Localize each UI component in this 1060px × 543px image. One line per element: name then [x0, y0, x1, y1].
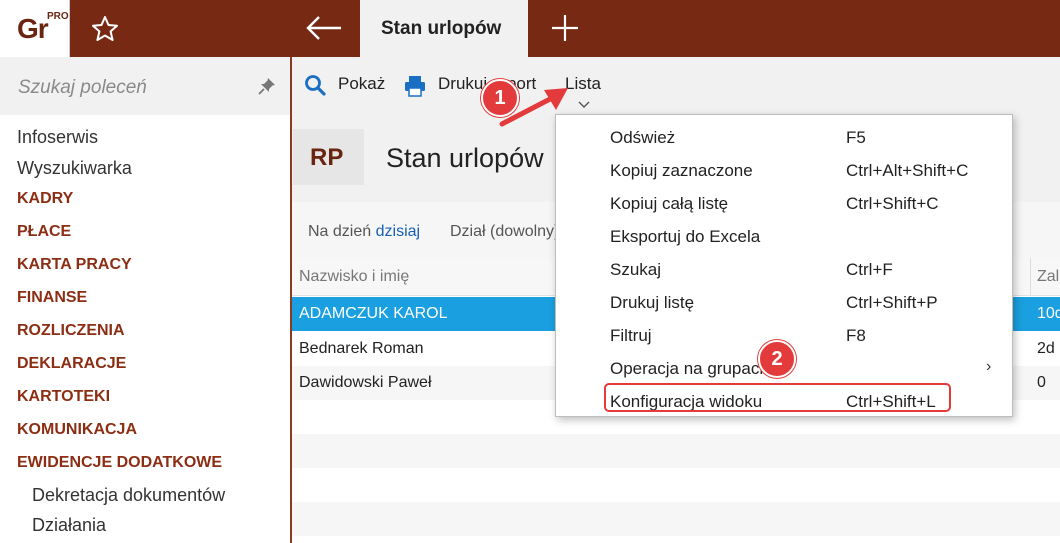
menu-item-shortcut: F5	[846, 128, 866, 147]
empty-row	[292, 502, 1060, 536]
logo-badge: PRO	[47, 11, 69, 22]
pin-icon[interactable]	[258, 77, 276, 95]
menu-item-copy-selected[interactable]: Kopiuj zaznaczone Ctrl+Alt+Shift+C	[556, 152, 1012, 185]
search-icon[interactable]	[304, 74, 326, 96]
menu-item-shortcut: Ctrl+Shift+P	[846, 293, 938, 312]
menu-item-label: Operacja na grupach	[610, 359, 769, 378]
sidebar-item-infoserwis[interactable]: Infoserwis	[17, 127, 98, 148]
report-badge-text: RP	[310, 144, 344, 171]
column-header-zal[interactable]: Zal	[1037, 268, 1059, 286]
sidebar-item-kadry[interactable]: KADRY	[17, 190, 73, 208]
sidebar-item-karta-pracy[interactable]: KARTA PRACY	[17, 256, 132, 274]
cell-name: Dawidowski Paweł	[299, 374, 432, 391]
date-filter-value[interactable]: dzisiaj	[376, 223, 420, 240]
menu-item-shortcut: Ctrl+Alt+Shift+C	[846, 161, 969, 180]
show-button[interactable]: Pokaż	[338, 74, 385, 94]
date-filter[interactable]: Na dzień dzisiaj	[308, 223, 420, 241]
app-logo[interactable]: Gr PRO	[0, 0, 70, 57]
cell-value: 10d	[1037, 305, 1060, 322]
menu-item-search[interactable]: Szukaj Ctrl+F	[556, 251, 1012, 284]
sidebar-item-komunikacja[interactable]: KOMUNIKACJA	[17, 421, 137, 439]
sidebar-item-rozliczenia[interactable]: ROZLICZENIA	[17, 322, 125, 340]
menu-item-label: Drukuj listę	[610, 293, 695, 312]
menu-item-label: Szukaj	[610, 260, 662, 279]
tab-stan-urlopow[interactable]: Stan urlopów	[360, 0, 528, 57]
plus-icon[interactable]	[550, 13, 580, 43]
sidebar-item-dzialania[interactable]: Działania	[32, 515, 106, 536]
sidebar-item-deklaracje[interactable]: DEKLARACJE	[17, 355, 126, 373]
step-2-badge: 2	[758, 340, 796, 378]
department-filter[interactable]: Dział (dowolny)	[450, 223, 559, 241]
page-title: Stan urlopów	[386, 143, 544, 173]
sidebar-item-dekretacja-dokumentow[interactable]: Dekretacja dokumentów	[32, 485, 225, 506]
search-placeholder: Szukaj poleceń	[18, 77, 147, 98]
cell-name: Bednarek Roman	[299, 340, 424, 357]
back-arrow-icon[interactable]	[305, 12, 343, 44]
date-filter-label: Na dzień	[308, 223, 372, 240]
sidebar-item-kartoteki[interactable]: KARTOTEKI	[17, 388, 110, 406]
menu-item-shortcut: Ctrl+F	[846, 260, 893, 279]
printer-icon[interactable]	[404, 75, 426, 97]
menu-item-copy-all[interactable]: Kopiuj całą listę Ctrl+Shift+C	[556, 185, 1012, 218]
menu-item-refresh[interactable]: Odśwież F5	[556, 119, 1012, 152]
menu-item-print-list[interactable]: Drukuj listę Ctrl+Shift+P	[556, 284, 1012, 317]
cell-value: 2d	[1037, 340, 1055, 357]
star-icon[interactable]	[90, 14, 120, 44]
top-bar: Gr PRO Stan urlopów	[0, 0, 1060, 57]
sidebar: Szukaj poleceń Infoserwis Wyszukiwarka K…	[0, 57, 292, 543]
chevron-down-icon	[578, 101, 590, 108]
menu-item-shortcut: F8	[846, 326, 866, 345]
sidebar-item-ewidencje-dodatkowe[interactable]: EWIDENCJE DODATKOWE	[17, 454, 222, 472]
menu-item-label: Kopiuj zaznaczone	[610, 161, 753, 180]
step-1-badge: 1	[481, 79, 519, 117]
menu-item-label: Filtruj	[610, 326, 652, 345]
menu-item-label: Odśwież	[610, 128, 676, 147]
empty-row	[292, 468, 1060, 502]
submenu-arrow-icon: ›	[986, 358, 992, 375]
report-badge: RP	[293, 129, 364, 185]
sidebar-item-place[interactable]: PŁACE	[17, 223, 71, 241]
menu-item-export-excel[interactable]: Eksportuj do Excela	[556, 218, 1012, 251]
cell-name: ADAMCZUK KAROL	[299, 305, 448, 322]
cell-value: 0	[1037, 374, 1046, 391]
sidebar-item-finanse[interactable]: FINANSE	[17, 289, 87, 307]
column-divider	[1030, 258, 1031, 296]
menu-item-shortcut: Ctrl+Shift+C	[846, 194, 939, 213]
column-header-name[interactable]: Nazwisko i imię	[299, 268, 409, 286]
highlight-box	[604, 383, 951, 412]
logo-text: Gr	[17, 13, 49, 44]
empty-row	[292, 434, 1060, 468]
command-search[interactable]: Szukaj poleceń	[0, 57, 290, 115]
menu-item-label: Kopiuj całą listę	[610, 194, 729, 213]
tab-label: Stan urlopów	[381, 18, 502, 39]
menu-item-label: Eksportuj do Excela	[610, 227, 761, 246]
sidebar-item-wyszukiwarka[interactable]: Wyszukiwarka	[17, 158, 132, 179]
